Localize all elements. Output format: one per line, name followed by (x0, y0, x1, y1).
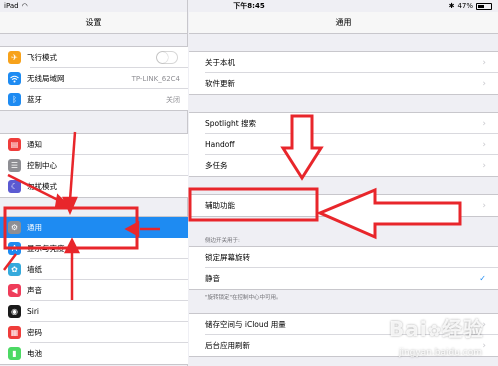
row-label: 软件更新 (205, 79, 235, 88)
chevron-right-icon: › (482, 200, 486, 211)
sidebar-item-label: 声音 (27, 286, 42, 295)
row-software-update[interactable]: 软件更新 › (189, 73, 498, 94)
row-mute[interactable]: 静音 ✓ (189, 268, 498, 289)
bluetooth-status-value: 关闭 (166, 95, 180, 104)
side-switch-section-footer: "旋转锁定"在控制中心中可用。 (205, 295, 282, 301)
sidebar-item-label: 显示与亮度 (27, 244, 65, 253)
settings-sidebar: 设置 ✈ 飞行模式 无线局域网 TP-LINK_62C4 ᛒ 蓝牙 关闭 ▤ 通… (0, 0, 188, 366)
side-switch-section-header: 侧边开关用于: (205, 238, 240, 244)
sidebar-item-bluetooth[interactable]: ᛒ 蓝牙 关闭 (0, 89, 188, 110)
sidebar-item-label: 电池 (27, 349, 42, 358)
baidu-paw-icon: ✿ (427, 321, 442, 340)
sidebar-title: 设置 (0, 12, 187, 34)
wallpaper-icon: ✿ (8, 263, 21, 276)
ipad-screen: 设置 ✈ 飞行模式 无线局域网 TP-LINK_62C4 ᛒ 蓝牙 关闭 ▤ 通… (0, 0, 498, 366)
battery-level-icon (476, 2, 492, 10)
sidebar-item-battery[interactable]: ▮ 电池 (0, 343, 188, 364)
airplane-icon: ✈ (8, 51, 21, 64)
pane-title: 通用 (189, 12, 498, 34)
bluetooth-icon: ᛒ (8, 93, 21, 106)
sidebar-group-general: ⚙ 通用 A 显示与亮度 ✿ 墙纸 ◀ 声音 ◉ Siri ▦ 密码 ▮ 电池 (0, 216, 188, 365)
gear-icon: ⚙ (8, 221, 21, 234)
baidu-watermark-url: jingyan.baidu.com (398, 348, 482, 358)
sidebar-item-wallpaper[interactable]: ✿ 墙纸 (0, 259, 188, 280)
sidebar-item-label: 无线局域网 (27, 74, 65, 83)
status-bar: iPad ◠ 下午8:45 ✱ 47% (0, 0, 498, 12)
sidebar-item-siri[interactable]: ◉ Siri (0, 301, 188, 322)
checkmark-icon: ✓ (479, 274, 486, 283)
row-label: Spotlight 搜索 (205, 119, 257, 128)
sidebar-item-label: 通知 (27, 140, 42, 149)
row-lock-rotation[interactable]: 锁定屏幕旋转 (189, 247, 498, 268)
sidebar-item-wifi[interactable]: 无线局域网 TP-LINK_62C4 (0, 68, 188, 89)
sidebar-item-control-center[interactable]: ☰ 控制中心 (0, 155, 188, 176)
row-label: 多任务 (205, 161, 228, 170)
chevron-right-icon: › (482, 118, 486, 129)
row-label: 锁定屏幕旋转 (205, 253, 250, 262)
moon-icon: ☾ (8, 180, 21, 193)
row-label: 辅助功能 (205, 201, 235, 210)
wifi-icon (8, 72, 21, 85)
bluetooth-status-icon: ✱ (448, 2, 455, 10)
row-accessibility[interactable]: 辅助功能 › (189, 195, 498, 216)
general-settings-pane: 通用 关于本机 › 软件更新 › Spotlight 搜索 › Handoff … (189, 0, 498, 366)
sidebar-item-notifications[interactable]: ▤ 通知 (0, 134, 188, 155)
battery-icon: ▮ (8, 347, 21, 360)
brightness-icon: A (8, 242, 21, 255)
wifi-network-value: TP-LINK_62C4 (131, 74, 180, 83)
row-spotlight-search[interactable]: Spotlight 搜索 › (189, 113, 498, 134)
general-group-search: Spotlight 搜索 › Handoff › 多任务 › (189, 112, 498, 177)
row-label: 关于本机 (205, 58, 235, 67)
row-label: 静音 (205, 274, 220, 283)
sidebar-item-do-not-disturb[interactable]: ☾ 勿扰模式 (0, 176, 188, 197)
general-group-accessibility: 辅助功能 › (189, 194, 498, 217)
sidebar-item-label: Siri (27, 307, 40, 316)
sidebar-group-notifications: ▤ 通知 ☰ 控制中心 ☾ 勿扰模式 (0, 133, 188, 198)
passcode-icon: ▦ (8, 326, 21, 339)
notifications-icon: ▤ (8, 138, 21, 151)
row-multitasking[interactable]: 多任务 › (189, 155, 498, 176)
row-label: Handoff (205, 140, 235, 149)
sidebar-item-label: 蓝牙 (27, 95, 42, 104)
sidebar-item-label: 密码 (27, 328, 42, 337)
status-right: ✱ 47% (449, 0, 492, 12)
status-time: 下午8:45 (233, 2, 265, 10)
general-group-about: 关于本机 › 软件更新 › (189, 51, 498, 95)
sidebar-item-general[interactable]: ⚙ 通用 (0, 217, 188, 238)
chevron-right-icon: › (482, 78, 486, 89)
battery-percent: 47% (457, 2, 473, 10)
sidebar-item-label: 勿扰模式 (27, 182, 57, 191)
sidebar-item-label: 控制中心 (27, 161, 57, 170)
sidebar-item-label: 墙纸 (27, 265, 42, 274)
row-about[interactable]: 关于本机 › (189, 52, 498, 73)
chevron-right-icon: › (482, 160, 486, 171)
sidebar-item-passcode[interactable]: ▦ 密码 (0, 322, 188, 343)
sidebar-item-label: 通用 (27, 223, 42, 232)
sidebar-item-sounds[interactable]: ◀ 声音 (0, 280, 188, 301)
baidu-watermark: Bai✿经验 (388, 317, 484, 341)
row-handoff[interactable]: Handoff › (189, 134, 498, 155)
airplane-mode-toggle[interactable] (156, 51, 178, 64)
chevron-right-icon: › (482, 340, 486, 351)
sidebar-group-connectivity: ✈ 飞行模式 无线局域网 TP-LINK_62C4 ᛒ 蓝牙 关闭 (0, 46, 188, 111)
chevron-right-icon: › (482, 139, 486, 150)
chevron-right-icon: › (482, 57, 486, 68)
general-group-side-switch: 锁定屏幕旋转 静音 ✓ (189, 246, 498, 290)
control-center-icon: ☰ (8, 159, 21, 172)
sidebar-item-label: 飞行模式 (27, 53, 57, 62)
sidebar-item-display-brightness[interactable]: A 显示与亮度 (0, 238, 188, 259)
siri-icon: ◉ (8, 305, 21, 318)
sidebar-item-airplane-mode[interactable]: ✈ 飞行模式 (0, 47, 188, 68)
sound-icon: ◀ (8, 284, 21, 297)
